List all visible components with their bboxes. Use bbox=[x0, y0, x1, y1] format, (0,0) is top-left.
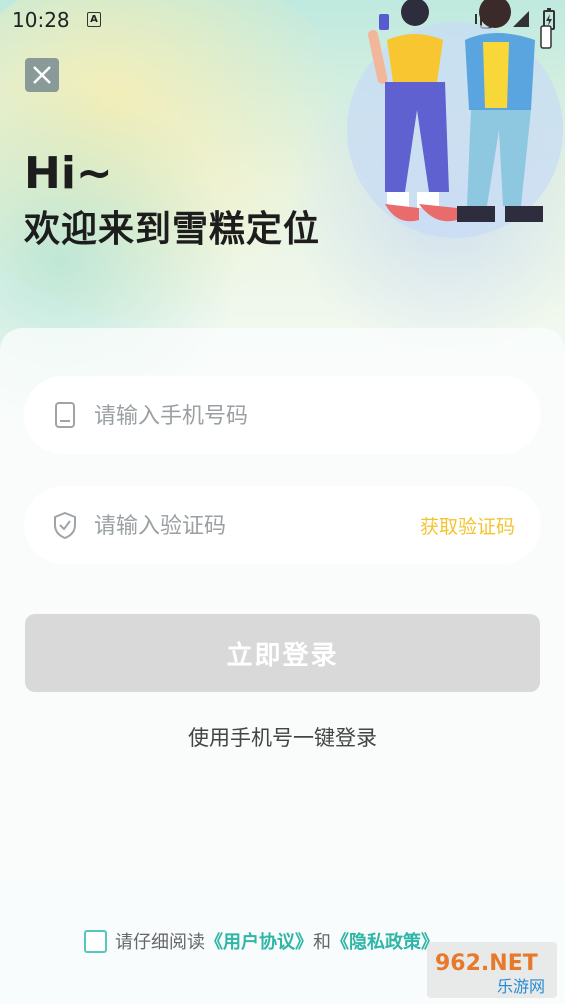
status-time: 10:28 bbox=[12, 8, 70, 32]
welcome-title: 欢迎来到雪糕定位 bbox=[24, 209, 321, 250]
phone-input[interactable] bbox=[92, 396, 396, 436]
get-code-button[interactable]: 获取验证码 bbox=[420, 512, 515, 539]
close-icon bbox=[33, 66, 51, 84]
agreement-row: 请仔细阅读 《用户协议》 和 《隐私政策》 bbox=[84, 928, 439, 954]
agreement-prefix: 请仔细阅读 bbox=[115, 932, 205, 953]
one-key-login-link[interactable]: 使用手机号一键登录 bbox=[0, 722, 565, 752]
user-agreement-link[interactable]: 《用户协议》 bbox=[205, 928, 313, 954]
shield-icon bbox=[54, 511, 76, 540]
verification-code-input[interactable] bbox=[92, 506, 396, 546]
verification-code-field[interactable]: 获取验证码 bbox=[24, 486, 541, 564]
login-button[interactable]: 立即登录 bbox=[25, 614, 540, 692]
people-illustration bbox=[347, 0, 563, 238]
watermark-bottom-text: 乐游网 bbox=[497, 977, 545, 996]
watermark-top-text: 962.NET bbox=[435, 951, 538, 976]
close-button[interactable] bbox=[25, 58, 59, 92]
phone-field[interactable] bbox=[24, 376, 541, 454]
watermark-logo: 962.NET 乐游网 bbox=[427, 942, 557, 998]
greeting-title: Hi~ bbox=[24, 148, 113, 199]
phone-icon bbox=[55, 402, 75, 428]
privacy-policy-link[interactable]: 《隐私政策》 bbox=[331, 928, 439, 954]
status-indicator: A bbox=[87, 12, 101, 27]
agreement-and: 和 bbox=[313, 932, 331, 953]
agreement-checkbox[interactable] bbox=[84, 929, 107, 953]
